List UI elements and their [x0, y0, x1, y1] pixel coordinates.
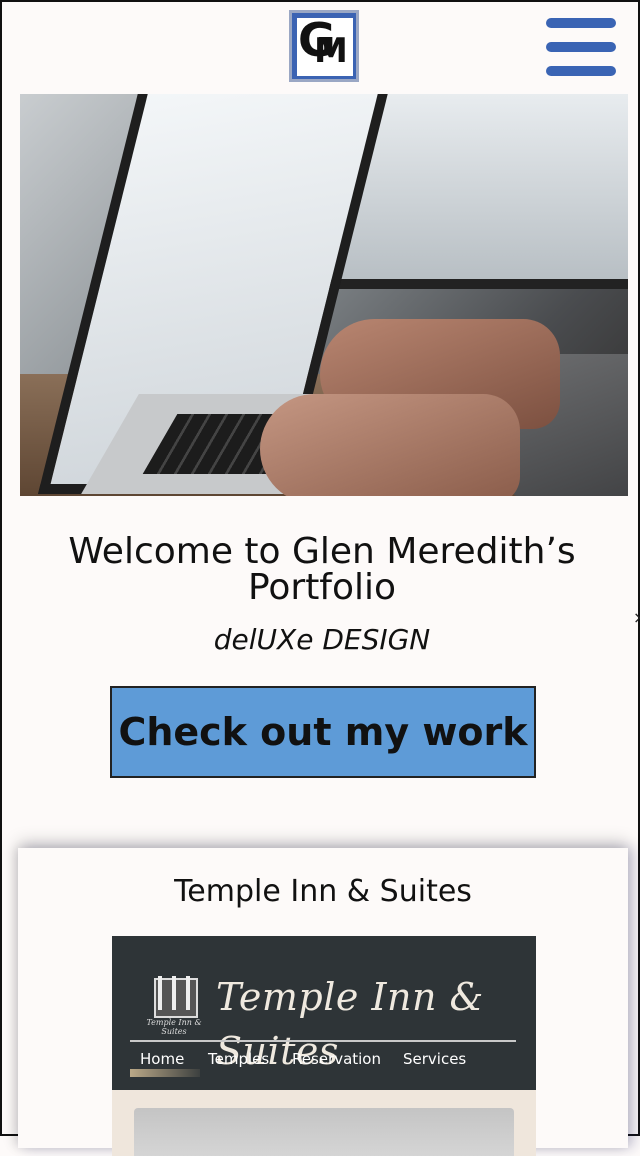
check-out-work-button[interactable]: Check out my work — [110, 686, 536, 778]
hamburger-menu-icon[interactable] — [546, 18, 616, 76]
preview-content-area — [112, 1090, 536, 1156]
logo-letter-m: M — [314, 31, 348, 71]
preview-nav-temples: Temples — [208, 1050, 270, 1068]
project-preview-image[interactable]: Temple Inn & Suites Temple Inn & Suites … — [112, 936, 536, 1156]
preview-nav-reservation: Reservation — [292, 1050, 381, 1068]
preview-divider — [130, 1040, 516, 1042]
page-title-line-1: Welcome to Glen Meredith’s — [68, 531, 576, 572]
preview-nav-active-underline — [130, 1069, 200, 1077]
page-subtitle: delUXe DESIGN — [213, 623, 431, 656]
project-card[interactable]: Temple Inn & Suites Temple Inn & Suites … — [18, 848, 628, 1156]
page-title-line-2: Portfolio — [247, 567, 397, 608]
emblem-caption: Temple Inn & Suites — [146, 1018, 202, 1036]
hero-image — [20, 94, 628, 496]
project-card-title: Temple Inn & Suites — [174, 874, 472, 909]
page-title: Welcome to Glen Meredith’s Portfolio — [2, 534, 640, 606]
close-icon[interactable]: × — [633, 608, 640, 627]
preview-nav-home: Home — [140, 1050, 185, 1068]
preview-nav-services: Services — [403, 1050, 467, 1068]
site-logo[interactable]: G M — [289, 10, 359, 82]
